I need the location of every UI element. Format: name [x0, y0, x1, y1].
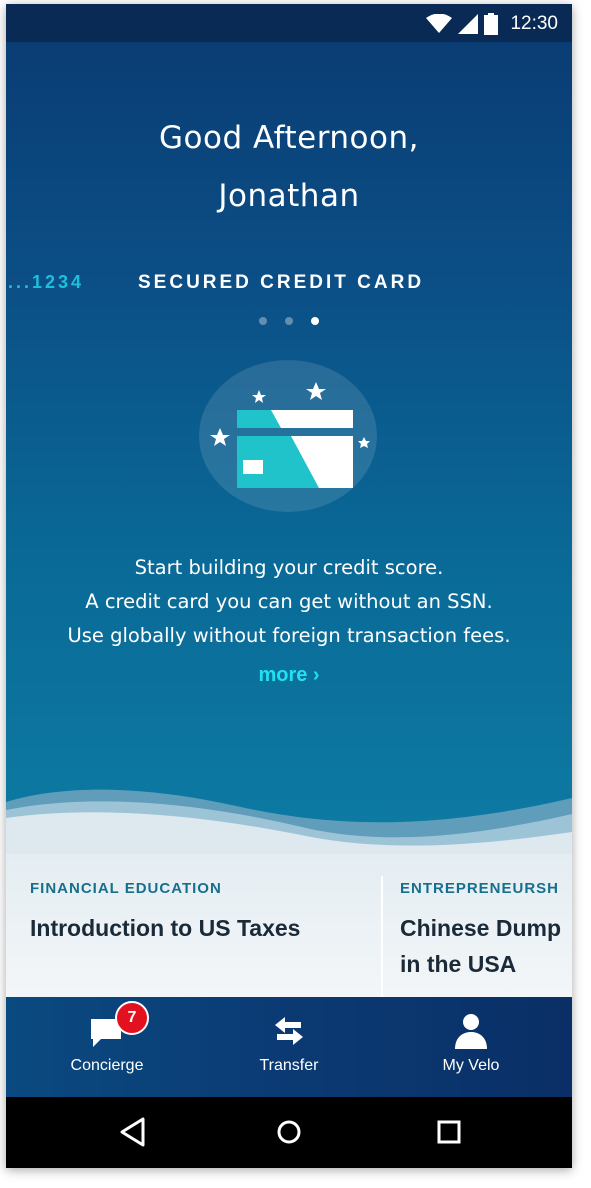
hero-section: Good Afternoon, Jonathan ...1234 SECURED… [6, 42, 572, 842]
description-line-2: A credit card you can get without an SSN… [85, 590, 493, 613]
star-icon [210, 428, 230, 446]
pager-dot[interactable] [259, 317, 267, 325]
card-title: SECURED CREDIT CARD [138, 272, 425, 293]
article-category: FINANCIAL EDUCATION [30, 880, 222, 897]
article-title: Chinese Dump in the USA [400, 910, 561, 982]
articles-carousel: FINANCIAL EDUCATION Introduction to US T… [6, 854, 572, 997]
nav-label: Concierge [70, 1057, 144, 1074]
more-link[interactable]: more › [6, 664, 572, 687]
description-line-1: Start building your credit score. [134, 556, 444, 579]
nav-label: My Velo [442, 1057, 500, 1074]
star-icon [358, 437, 370, 448]
transfer-arrows-icon [275, 1017, 303, 1045]
star-icon [252, 390, 266, 403]
description-line-3: Use globally without foreign transaction… [67, 624, 511, 647]
battery-icon [484, 13, 499, 35]
nav-my-velo[interactable]: My Velo [396, 997, 546, 1097]
card-pager [259, 317, 319, 325]
notification-badge: 7 [115, 1001, 149, 1035]
previous-card-number[interactable]: ...1234 [8, 272, 84, 293]
status-bar: 12:30 [6, 4, 572, 42]
signal-icon [458, 14, 479, 34]
credit-card-graphic [210, 382, 370, 488]
phone-screen: 12:30 Good Afternoon, Jonathan ...1234 S… [6, 4, 572, 1168]
pager-dot-active[interactable] [311, 317, 319, 325]
article-card[interactable]: FINANCIAL EDUCATION Introduction to US T… [30, 854, 380, 997]
back-triangle-icon[interactable] [116, 1114, 152, 1150]
wifi-icon [426, 14, 453, 33]
nav-concierge[interactable]: 7 Concierge [32, 997, 182, 1097]
article-title: Introduction to US Taxes [30, 915, 301, 941]
nav-transfer[interactable]: Transfer [214, 997, 364, 1097]
article-title-line-2: in the USA [400, 951, 517, 977]
recents-square-icon[interactable] [431, 1114, 467, 1150]
credit-card-stars-icon [199, 360, 377, 512]
wave-divider [6, 789, 572, 864]
greeting-line-1: Good Afternoon, [159, 120, 419, 156]
article-category: ENTREPRENEURSH [400, 880, 560, 897]
person-icon [455, 1014, 487, 1049]
nav-label: Transfer [259, 1057, 319, 1074]
bottom-nav: 7 Concierge Transfer My Velo [6, 997, 572, 1097]
star-icon [306, 382, 326, 400]
article-title-line-1: Chinese Dump [400, 915, 562, 941]
system-nav-bar [6, 1097, 572, 1168]
pager-dot[interactable] [285, 317, 293, 325]
article-card[interactable]: ENTREPRENEURSH Chinese Dump in the USA [400, 854, 572, 997]
status-icons: 12:30 [426, 12, 558, 36]
home-circle-icon[interactable] [271, 1114, 307, 1150]
greeting-line-2: Jonathan [218, 178, 360, 214]
status-time: 12:30 [510, 13, 558, 34]
article-divider [381, 876, 383, 997]
